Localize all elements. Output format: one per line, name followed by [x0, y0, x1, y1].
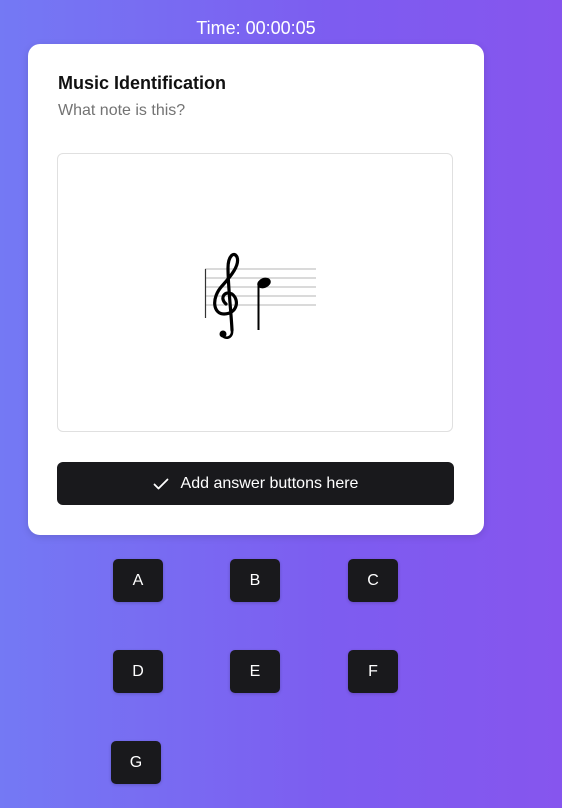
- timer-display: Time: 00:00:05: [196, 18, 316, 38]
- answer-button-c[interactable]: C: [348, 559, 398, 602]
- add-answer-buttons-button[interactable]: Add answer buttons here: [57, 462, 454, 505]
- add-answer-buttons-label: Add answer buttons here: [180, 474, 359, 492]
- quarter-note-icon: [257, 277, 271, 330]
- answer-button-a[interactable]: A: [113, 559, 163, 602]
- question-card: Music Identification What note is this?: [28, 44, 484, 535]
- notation-display: [57, 153, 453, 432]
- music-staff: [204, 252, 316, 340]
- answer-button-d[interactable]: D: [113, 650, 163, 693]
- clef-tail-dot: [219, 330, 227, 338]
- answer-button-b[interactable]: B: [230, 559, 280, 602]
- answer-button-f[interactable]: F: [348, 650, 398, 693]
- check-icon: [153, 478, 168, 489]
- answer-button-e[interactable]: E: [230, 650, 280, 693]
- card-subtitle: What note is this?: [58, 102, 186, 119]
- card-title: Music Identification: [58, 73, 227, 93]
- answer-button-g[interactable]: G: [111, 741, 161, 784]
